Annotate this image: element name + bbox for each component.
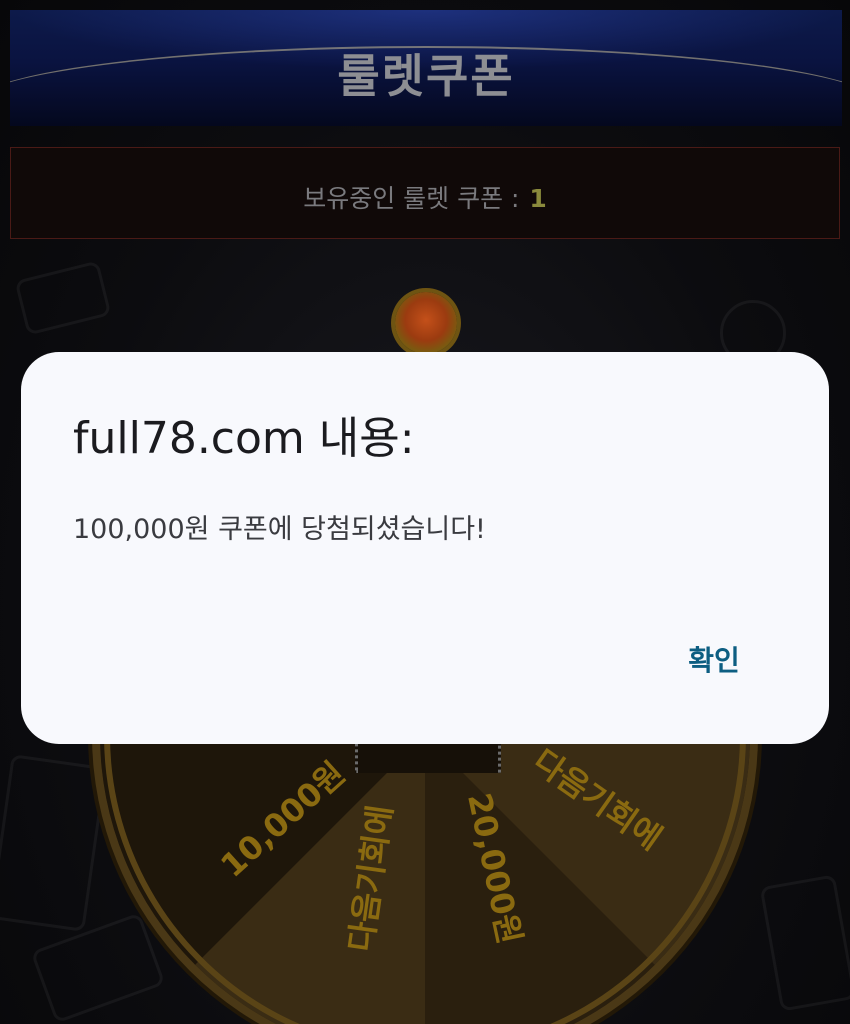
alert-dialog: full78.com 내용: 100,000원 쿠폰에 당첨되셨습니다! 확인 [21, 352, 829, 744]
coupon-count: 1 [529, 184, 547, 213]
roulette-pointer [395, 292, 457, 354]
dialog-title: full78.com 내용: [73, 413, 415, 464]
dialog-message: 100,000원 쿠폰에 당첨되셨습니다! [73, 514, 486, 545]
background-decoration [14, 260, 112, 336]
ok-button[interactable]: 확인 [659, 636, 769, 686]
page-header: 룰렛쿠폰 [10, 10, 842, 126]
coupon-status-text: 보유중인 룰렛 쿠폰 : 1 [11, 179, 839, 215]
background-decoration [0, 754, 108, 932]
page-title: 룰렛쿠폰 [337, 49, 515, 103]
coupon-status-label: 보유중인 룰렛 쿠폰 : [303, 184, 528, 213]
roulette-page: 룰렛쿠폰 보유중인 룰렛 쿠폰 : 1 10,000원 다음기회에 20,000… [0, 0, 850, 1024]
background-decoration [759, 874, 850, 1012]
coupon-status-box: 보유중인 룰렛 쿠폰 : 1 [10, 147, 840, 239]
